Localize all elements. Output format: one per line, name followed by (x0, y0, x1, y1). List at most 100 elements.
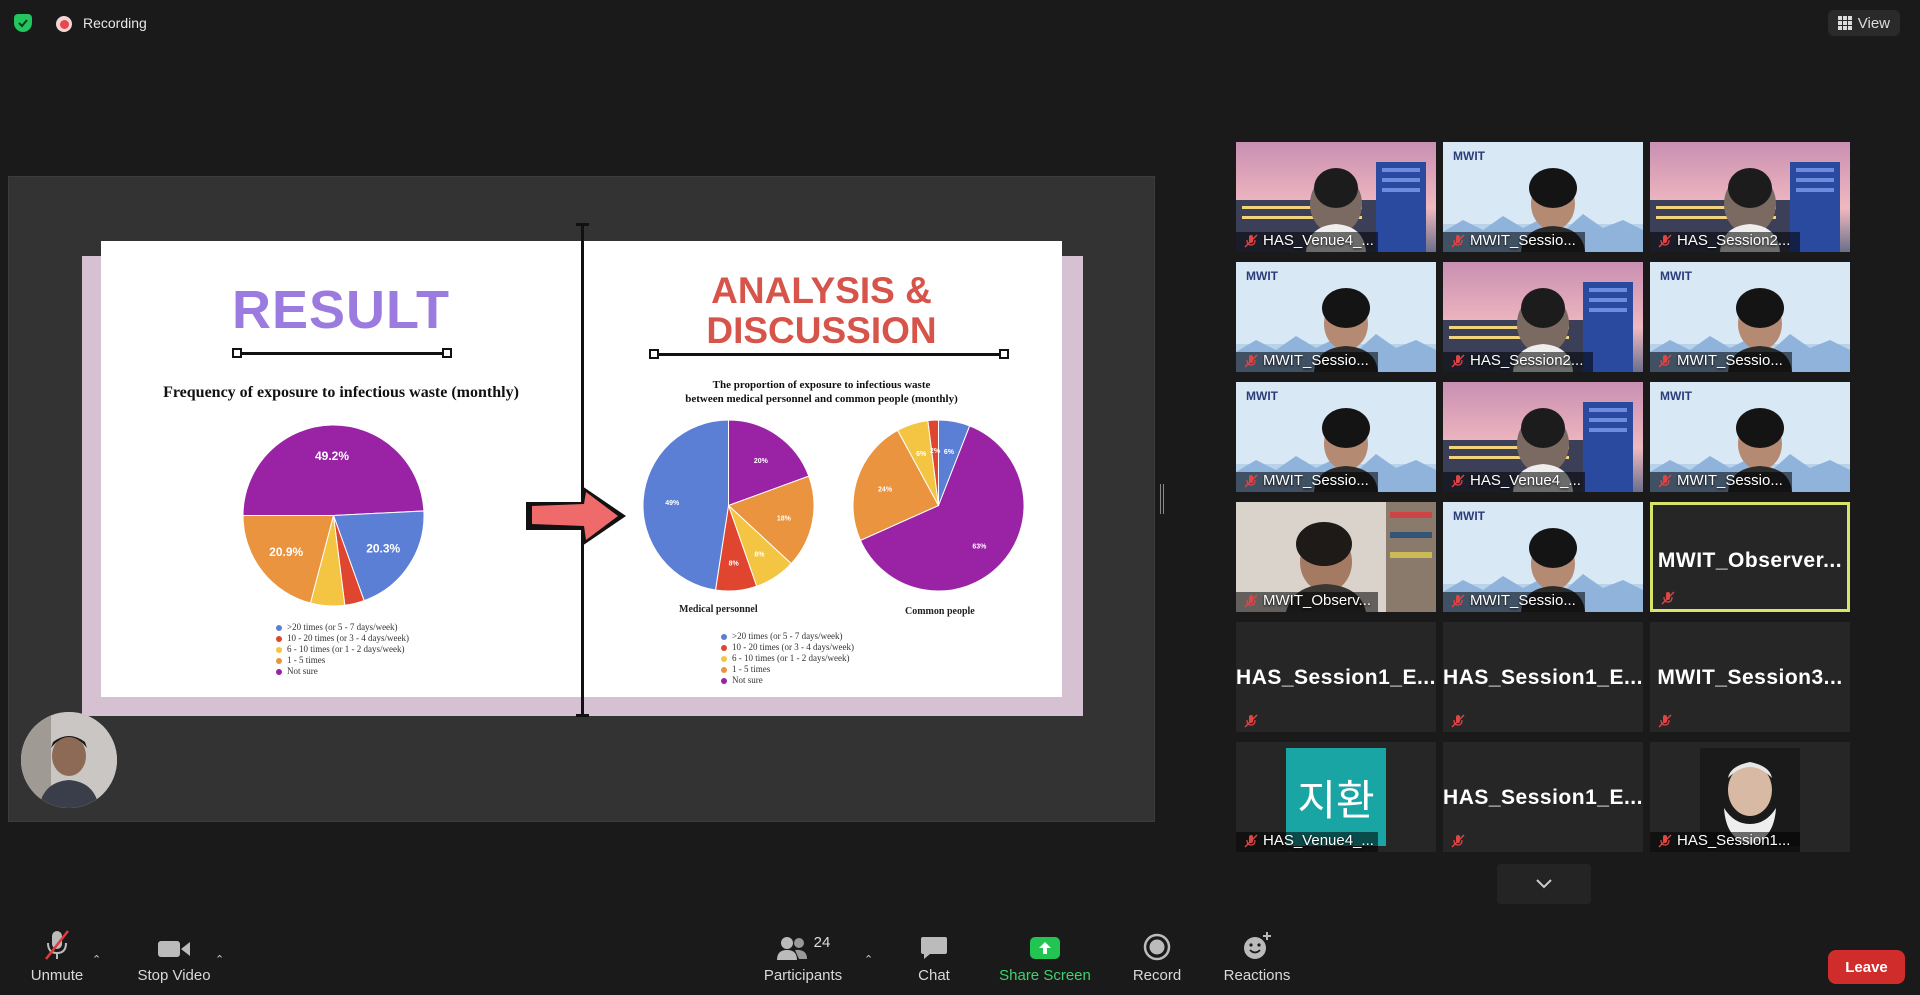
muted-mic-icon (1451, 354, 1465, 368)
participant-name: HAS_Venue4_... (1263, 232, 1374, 249)
muted-mic-icon (1658, 354, 1672, 368)
participant-tile[interactable]: HAS_Session1_E... (1443, 622, 1643, 732)
video-camera-icon (158, 941, 190, 957)
view-button[interactable]: View (1827, 10, 1900, 36)
divider-cap-bottom (576, 714, 589, 717)
participant-tile[interactable]: MWIT_Observ... (1236, 502, 1436, 612)
participant-tile[interactable]: MWIT MWIT_Sessio... (1650, 382, 1850, 492)
participant-tile[interactable]: HAS_Session2... (1443, 262, 1643, 372)
participant-name: MWIT_Sessio... (1263, 352, 1369, 369)
legend-label: 10 - 20 times (or 3 - 4 days/week) (287, 633, 409, 643)
common-caption: Common people (905, 606, 975, 617)
pie-label: 20.3% (366, 542, 400, 556)
muted-mic-icon (1451, 234, 1465, 248)
participants-count: 24 (813, 934, 831, 951)
participant-name-large: HAS_Session1_E... (1443, 666, 1643, 689)
muted-mic-icon (1451, 834, 1465, 848)
pie-label: 2% (930, 448, 941, 455)
participant-tile[interactable]: MWIT MWIT_Sessio... (1443, 142, 1643, 252)
participant-tile[interactable]: MWIT MWIT_Sessio... (1443, 502, 1643, 612)
muted-mic-icon (1451, 714, 1465, 728)
legend-swatch (276, 668, 282, 675)
svg-text:MWIT: MWIT (1453, 149, 1486, 163)
record-button[interactable]: Record (1102, 925, 1212, 984)
legend-label: 6 - 10 times (or 1 - 2 days/week) (732, 653, 850, 663)
participant-tile[interactable]: MWIT MWIT_Sessio... (1236, 262, 1436, 372)
muted-mic-icon (45, 930, 69, 960)
muted-mic-icon (1658, 714, 1672, 728)
participant-name: HAS_Session2... (1677, 232, 1791, 249)
share-screen-label: Share Screen (999, 967, 1091, 984)
muted-mic-icon (1244, 714, 1258, 728)
muted-mic-icon (1244, 594, 1258, 608)
participant-tile[interactable]: HAS_Venue4_... (1443, 382, 1643, 492)
audio-options-caret-icon[interactable]: ⌃ (92, 953, 101, 966)
analysis-title: ANALYSIS & DISCUSSION (581, 271, 1062, 351)
reactions-label: Reactions (1223, 967, 1291, 984)
leave-button[interactable]: Leave (1828, 950, 1905, 984)
svg-text:MWIT: MWIT (1660, 269, 1693, 283)
participant-tile[interactable]: HAS_Session1_E... (1236, 622, 1436, 732)
presenter-video[interactable] (21, 712, 117, 808)
view-label: View (1857, 14, 1890, 32)
analysis-title-line2: DISCUSSION (706, 310, 937, 351)
chat-label: Chat (918, 967, 950, 984)
result-title: RESULT (232, 280, 450, 340)
security-shield-icon[interactable] (14, 14, 32, 32)
legend-swatch (276, 635, 282, 642)
participant-tile[interactable]: HAS_Session2... (1650, 142, 1850, 252)
chat-icon (921, 937, 947, 959)
stop-video-button[interactable]: Stop Video (119, 925, 229, 984)
unmute-label: Unmute (30, 967, 84, 984)
legend-label: >20 times (or 5 - 7 days/week) (287, 622, 398, 632)
legend-item: 1 - 5 times (721, 664, 854, 675)
legend-item: >20 times (or 5 - 7 days/week) (276, 622, 409, 633)
legend-label: 6 - 10 times (or 1 - 2 days/week) (287, 644, 405, 654)
share-screen-icon (1030, 937, 1060, 959)
svg-text:MWIT: MWIT (1246, 389, 1279, 403)
legend-item: 1 - 5 times (276, 655, 409, 666)
pie-label: 6% (944, 449, 955, 456)
participant-tile[interactable]: MWIT_Session3... (1650, 622, 1850, 732)
participant-tile[interactable]: HAS_Session1_E... (1443, 742, 1643, 852)
muted-mic-icon (1661, 591, 1675, 605)
participant-name: MWIT_Sessio... (1677, 352, 1783, 369)
muted-mic-icon (1244, 234, 1258, 248)
analysis-chart-title: The proportion of exposure to infectious… (581, 378, 1062, 406)
title-underline (654, 353, 1004, 356)
muted-mic-icon (1244, 354, 1258, 368)
muted-mic-icon (1658, 234, 1672, 248)
legend-label: Not sure (287, 666, 318, 676)
participant-tile[interactable]: MWIT MWIT_Sessio... (1650, 262, 1850, 372)
muted-mic-icon (1658, 834, 1672, 848)
gallery-next-page-button[interactable] (1497, 864, 1591, 904)
legend-swatch (721, 644, 727, 651)
participant-tile[interactable]: MWIT_Observer... (1650, 502, 1850, 612)
slide-divider (581, 225, 584, 717)
participant-tile[interactable]: HAS_Session1... (1650, 742, 1850, 852)
participant-name-large: HAS_Session1_E... (1443, 786, 1643, 809)
participants-options-caret-icon[interactable]: ⌃ (864, 953, 873, 966)
participant-name-large: HAS_Session1_E... (1236, 666, 1436, 689)
participant-tile[interactable]: 지환 HAS_Venue4_... (1236, 742, 1436, 852)
participants-icon (776, 937, 807, 960)
participant-tile[interactable]: MWIT MWIT_Sessio... (1236, 382, 1436, 492)
underline-handle-right (999, 349, 1009, 359)
participant-name: MWIT_Sessio... (1470, 232, 1576, 249)
participant-tile[interactable]: HAS_Venue4_... (1236, 142, 1436, 252)
legend-item: Not sure (276, 666, 409, 677)
participant-name: MWIT_Sessio... (1470, 592, 1576, 609)
share-screen-button[interactable]: Share Screen (990, 925, 1100, 984)
slide-left-result: RESULT Frequency of exposure to infectio… (101, 241, 581, 697)
panel-resize-handle[interactable] (1160, 484, 1164, 514)
common-pie-chart: 6% 63% 24% 6% 2% (852, 419, 1025, 592)
participant-name: HAS_Venue4_... (1470, 472, 1581, 489)
participants-button[interactable]: 24 Participants (748, 925, 858, 984)
reactions-button[interactable]: Reactions (1202, 925, 1312, 984)
chat-button[interactable]: Chat (879, 925, 989, 984)
recording-label: Recording (83, 15, 147, 31)
video-options-caret-icon[interactable]: ⌃ (215, 953, 224, 966)
underline-handle-left (232, 348, 242, 358)
shared-screen[interactable]: RESULT Frequency of exposure to infectio… (8, 176, 1155, 822)
svg-text:MWIT: MWIT (1453, 509, 1486, 523)
